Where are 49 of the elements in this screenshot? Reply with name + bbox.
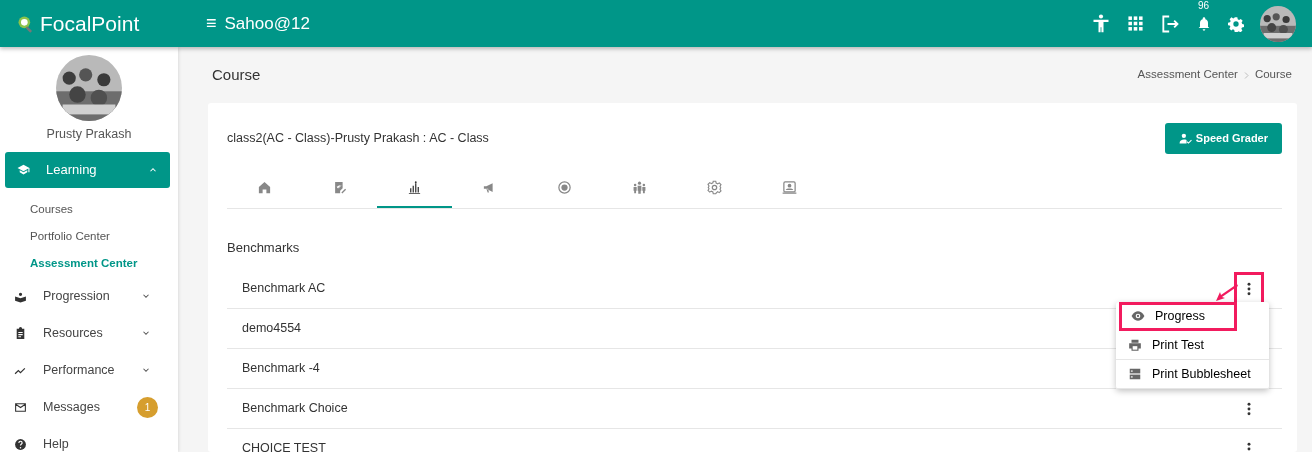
- menu-button[interactable]: ≡: [206, 10, 217, 37]
- sidebar-item[interactable]: Help: [0, 425, 178, 452]
- sidebar-subitem[interactable]: Courses: [0, 195, 73, 223]
- user-check-icon: [1178, 131, 1192, 145]
- benchmark-name: CHOICE TEST: [242, 440, 326, 452]
- target-icon: [557, 180, 572, 195]
- benchmark-name: Benchmark -4: [242, 360, 320, 378]
- logout-icon[interactable]: [1160, 13, 1180, 34]
- clipboard-icon: [14, 326, 27, 340]
- account-name: Sahoo@12: [224, 12, 310, 35]
- settings-icon[interactable]: [1228, 15, 1244, 32]
- benchmark-name: demo4554: [242, 320, 302, 338]
- breadcrumb-link[interactable]: Assessment Center: [1137, 66, 1238, 84]
- sidebar-subitem[interactable]: Portfolio Center: [0, 223, 110, 251]
- arrow-annotation: [1213, 282, 1239, 302]
- grid-icon[interactable]: [1127, 15, 1144, 32]
- sidebar-item[interactable]: Progression: [0, 277, 178, 315]
- sidebar-item[interactable]: Performance: [0, 351, 178, 389]
- count-badge: 1: [137, 396, 158, 418]
- menu-item[interactable]: Print Bubblesheet: [1116, 360, 1269, 389]
- profile-card-icon: [782, 180, 797, 195]
- brand-name: FocalPoint: [40, 10, 140, 37]
- section-heading: Benchmarks: [227, 238, 301, 257]
- user-name: Prusty Prakash: [46, 126, 132, 143]
- sidebar-item[interactable]: Messages 1: [0, 388, 178, 426]
- menu-item[interactable]: Print Test: [1116, 331, 1269, 360]
- sidebar-subitem[interactable]: Assessment Center: [0, 250, 138, 278]
- benchmark-name: Benchmark Choice: [242, 400, 348, 418]
- graduation-cap-icon: [17, 163, 30, 177]
- menu-item[interactable]: Progress: [1119, 302, 1237, 331]
- bar-chart-icon: [407, 180, 422, 195]
- people-icon: [632, 180, 647, 195]
- page-title: Course: [212, 64, 261, 85]
- accessibility-icon[interactable]: [1091, 13, 1111, 34]
- settings-icon: [707, 180, 722, 195]
- benchmark-name: Benchmark AC: [242, 280, 326, 298]
- bell-icon[interactable]: [1196, 15, 1212, 32]
- sidebar-item[interactable]: Resources: [0, 314, 178, 352]
- notification-count: 96: [1198, 0, 1210, 11]
- printer-icon: [1128, 338, 1142, 352]
- eye-icon: [1131, 309, 1145, 323]
- course-title: class2(AC - Class)-Prusty Prakash : AC - Class: [227, 129, 489, 147]
- mail-icon: [14, 400, 27, 414]
- sheet-icon: [1128, 367, 1142, 381]
- sidebar-item[interactable]: Learning: [5, 151, 170, 188]
- breadcrumb-current: Course: [1254, 67, 1292, 83]
- checklist-icon: [332, 180, 347, 195]
- home-icon: [257, 180, 272, 195]
- speed-grader-button[interactable]: Speed Grader: [1164, 123, 1282, 154]
